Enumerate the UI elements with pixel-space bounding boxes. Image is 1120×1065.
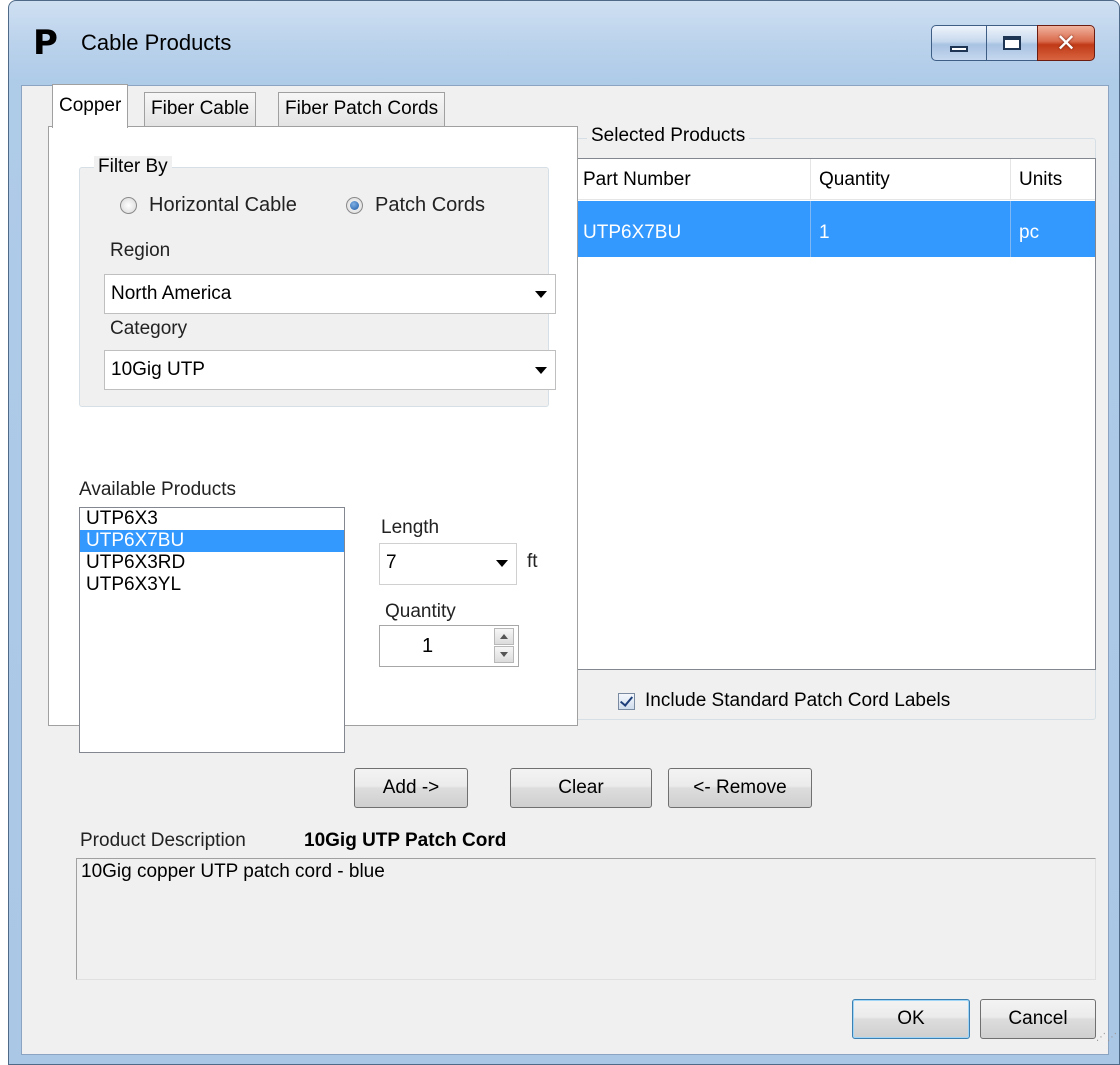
quantity-spin-buttons: [494, 628, 516, 664]
spin-down-icon[interactable]: [494, 646, 514, 663]
remove-button[interactable]: <- Remove: [668, 768, 812, 808]
column-header-quantity[interactable]: Quantity: [811, 159, 1011, 199]
include-labels-label: Include Standard Patch Cord Labels: [645, 690, 951, 711]
cell-units: pc: [1019, 222, 1040, 243]
length-label: Length: [381, 517, 440, 538]
length-unit: ft: [527, 551, 538, 572]
spin-up-icon[interactable]: [494, 628, 514, 645]
list-item[interactable]: UTP6X3: [80, 508, 344, 530]
length-dropdown[interactable]: 7: [379, 543, 517, 585]
category-label: Category: [110, 318, 188, 339]
radio-unchecked-icon[interactable]: [120, 196, 137, 214]
table-header: Part Number Quantity Units: [575, 159, 1095, 200]
region-label: Region: [110, 240, 171, 261]
product-description-label: Product Description: [80, 830, 246, 851]
list-item[interactable]: UTP6X3YL: [80, 574, 344, 596]
ok-button[interactable]: OK: [852, 999, 970, 1039]
add-button[interactable]: Add ->: [354, 768, 468, 808]
filter-by-group: Filter By Horizontal Cable Patch Cords R…: [79, 156, 556, 407]
length-value: 7: [386, 552, 397, 573]
chevron-down-icon: [535, 367, 547, 374]
minimize-icon: [950, 46, 968, 52]
app-logo-icon: P: [33, 23, 58, 63]
clear-button[interactable]: Clear: [510, 768, 652, 808]
selected-products-label: Selected Products: [587, 125, 750, 147]
quantity-stepper[interactable]: 1: [379, 625, 519, 667]
radio-patch-cords-label: Patch Cords: [375, 193, 486, 216]
list-item[interactable]: UTP6X3RD: [80, 552, 344, 574]
cell-part-number: UTP6X7BU: [575, 201, 811, 257]
category-dropdown[interactable]: 10Gig UTP: [104, 350, 556, 390]
title-bar[interactable]: P Cable Products ✕: [9, 1, 1119, 85]
copper-tab-panel: Filter By Horizontal Cable Patch Cords R…: [48, 126, 578, 753]
selected-products-table[interactable]: Part Number Quantity Units UTP6X7BU 1 pc: [574, 158, 1096, 670]
close-icon: ✕: [1055, 29, 1077, 57]
tab-fiber-patch-cords[interactable]: Fiber Patch Cords: [278, 92, 446, 126]
tab-copper[interactable]: Copper: [52, 84, 129, 128]
column-header-units[interactable]: Units: [1011, 159, 1095, 199]
radio-patch-cords[interactable]: Patch Cords: [346, 190, 485, 220]
radio-horizontal-cable-label: Horizontal Cable: [149, 193, 297, 216]
window-title: Cable Products: [81, 30, 232, 55]
maximize-icon: [1003, 36, 1021, 50]
available-products-label: Available Products: [79, 479, 237, 500]
product-description-text: 10Gig copper UTP patch cord - blue: [76, 858, 1096, 980]
table-row[interactable]: UTP6X7BU 1 pc: [575, 201, 1095, 257]
minimize-button[interactable]: [931, 25, 987, 61]
region-dropdown[interactable]: North America: [104, 274, 556, 314]
chevron-down-icon: [496, 560, 508, 567]
close-button[interactable]: ✕: [1037, 25, 1095, 61]
region-value: North America: [111, 283, 232, 304]
category-value: 10Gig UTP: [111, 359, 205, 380]
radio-checked-icon[interactable]: [346, 196, 363, 214]
product-description-title: 10Gig UTP Patch Cord: [304, 830, 507, 851]
resize-grip-icon[interactable]: ⋰⋰: [1096, 1033, 1117, 1048]
radio-horizontal-cable[interactable]: Horizontal Cable: [120, 190, 297, 220]
available-products-list[interactable]: UTP6X3 UTP6X7BU UTP6X3RD UTP6X3YL: [79, 507, 345, 753]
quantity-value: 1: [422, 635, 434, 657]
include-labels-checkbox[interactable]: Include Standard Patch Cord Labels: [618, 686, 950, 716]
chevron-down-icon: [535, 291, 547, 298]
tab-fiber-cable[interactable]: Fiber Cable: [144, 92, 257, 126]
checkbox-checked-icon[interactable]: [618, 692, 635, 710]
quantity-label: Quantity: [385, 601, 456, 622]
column-header-part-number[interactable]: Part Number: [575, 159, 811, 199]
maximize-button[interactable]: [986, 25, 1038, 61]
list-item-selected[interactable]: UTP6X7BU: [80, 530, 344, 552]
filter-by-label: Filter By: [94, 156, 172, 178]
dialog-body: Copper Fiber Cable Fiber Patch Cords Fil…: [21, 84, 1117, 1055]
cable-products-window: P Cable Products ✕ Copper Fiber Cable Fi…: [8, 0, 1120, 1065]
cell-quantity: 1: [811, 201, 1011, 257]
cancel-button[interactable]: Cancel: [980, 999, 1096, 1039]
